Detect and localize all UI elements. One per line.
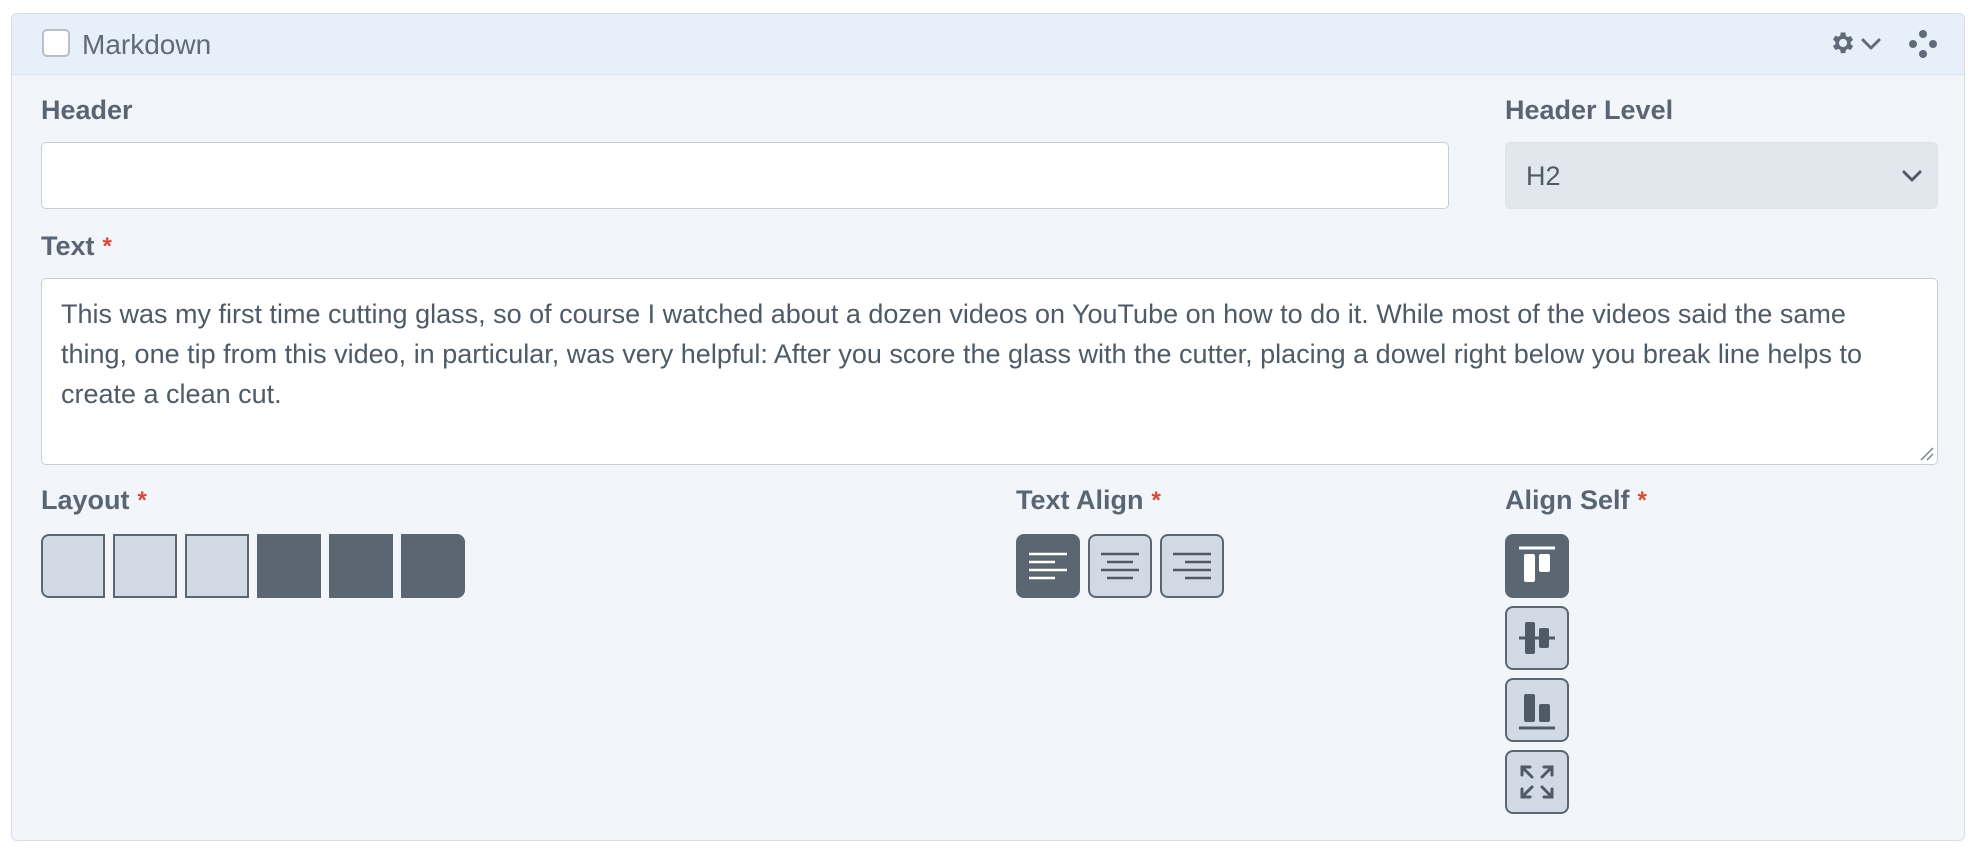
layout-column-6[interactable] [401,534,465,598]
text-align-label-text: Text Align [1016,485,1144,515]
header-label-text: Header [41,95,133,125]
align-self-end-button[interactable] [1505,678,1569,742]
resize-handle-icon[interactable] [1918,445,1934,461]
header-label: Header [41,94,133,126]
text-label: Text * [41,230,112,264]
text-align-right-button[interactable] [1160,534,1224,598]
required-marker: * [1151,487,1161,514]
text-align-label: Text Align * [1016,484,1161,518]
layout-column-4[interactable] [257,534,321,598]
align-self-label: Align Self * [1505,484,1647,518]
align-left-icon [1029,552,1067,580]
text-label-text: Text [41,231,95,261]
markdown-block-panel: Markdown Header Header Level H2 Text * T… [11,13,1965,841]
drag-handle-icon[interactable] [1908,29,1938,59]
align-right-icon [1173,552,1211,580]
align-self-center-button[interactable] [1505,606,1569,670]
layout-label-text: Layout [41,485,130,515]
required-marker: * [1637,487,1647,514]
header-level-label: Header Level [1505,94,1673,126]
text-align-left-button[interactable] [1016,534,1080,598]
layout-label: Layout * [41,484,147,518]
align-top-icon [1519,546,1555,582]
align-self-start-button[interactable] [1505,534,1569,598]
chevron-down-icon [1902,170,1922,182]
header-level-value: H2 [1526,161,1561,191]
required-marker: * [137,487,147,514]
layout-column-3[interactable] [185,534,249,598]
block-title: Markdown [82,29,212,60]
header-input[interactable] [41,142,1449,209]
align-self-stretch-button[interactable] [1505,750,1569,814]
align-center-icon [1101,552,1139,580]
gear-icon[interactable] [1828,29,1856,57]
text-align-center-button[interactable] [1088,534,1152,598]
header-level-select[interactable]: H2 [1505,142,1938,209]
chevron-down-icon[interactable] [1860,34,1882,54]
align-self-label-text: Align Self [1505,485,1630,515]
text-textarea-content: This was my first time cutting glass, so… [61,299,1862,409]
expand-icon [1520,765,1554,799]
block-header: Markdown [12,14,1964,75]
required-marker: * [102,233,112,260]
block-select-checkbox[interactable] [42,29,70,57]
layout-column-2[interactable] [113,534,177,598]
text-textarea[interactable]: This was my first time cutting glass, so… [41,278,1938,465]
align-vertical-center-icon [1519,622,1555,654]
header-level-label-text: Header Level [1505,95,1674,125]
layout-column-1[interactable] [41,534,105,598]
align-bottom-icon [1519,694,1555,730]
layout-column-5[interactable] [329,534,393,598]
